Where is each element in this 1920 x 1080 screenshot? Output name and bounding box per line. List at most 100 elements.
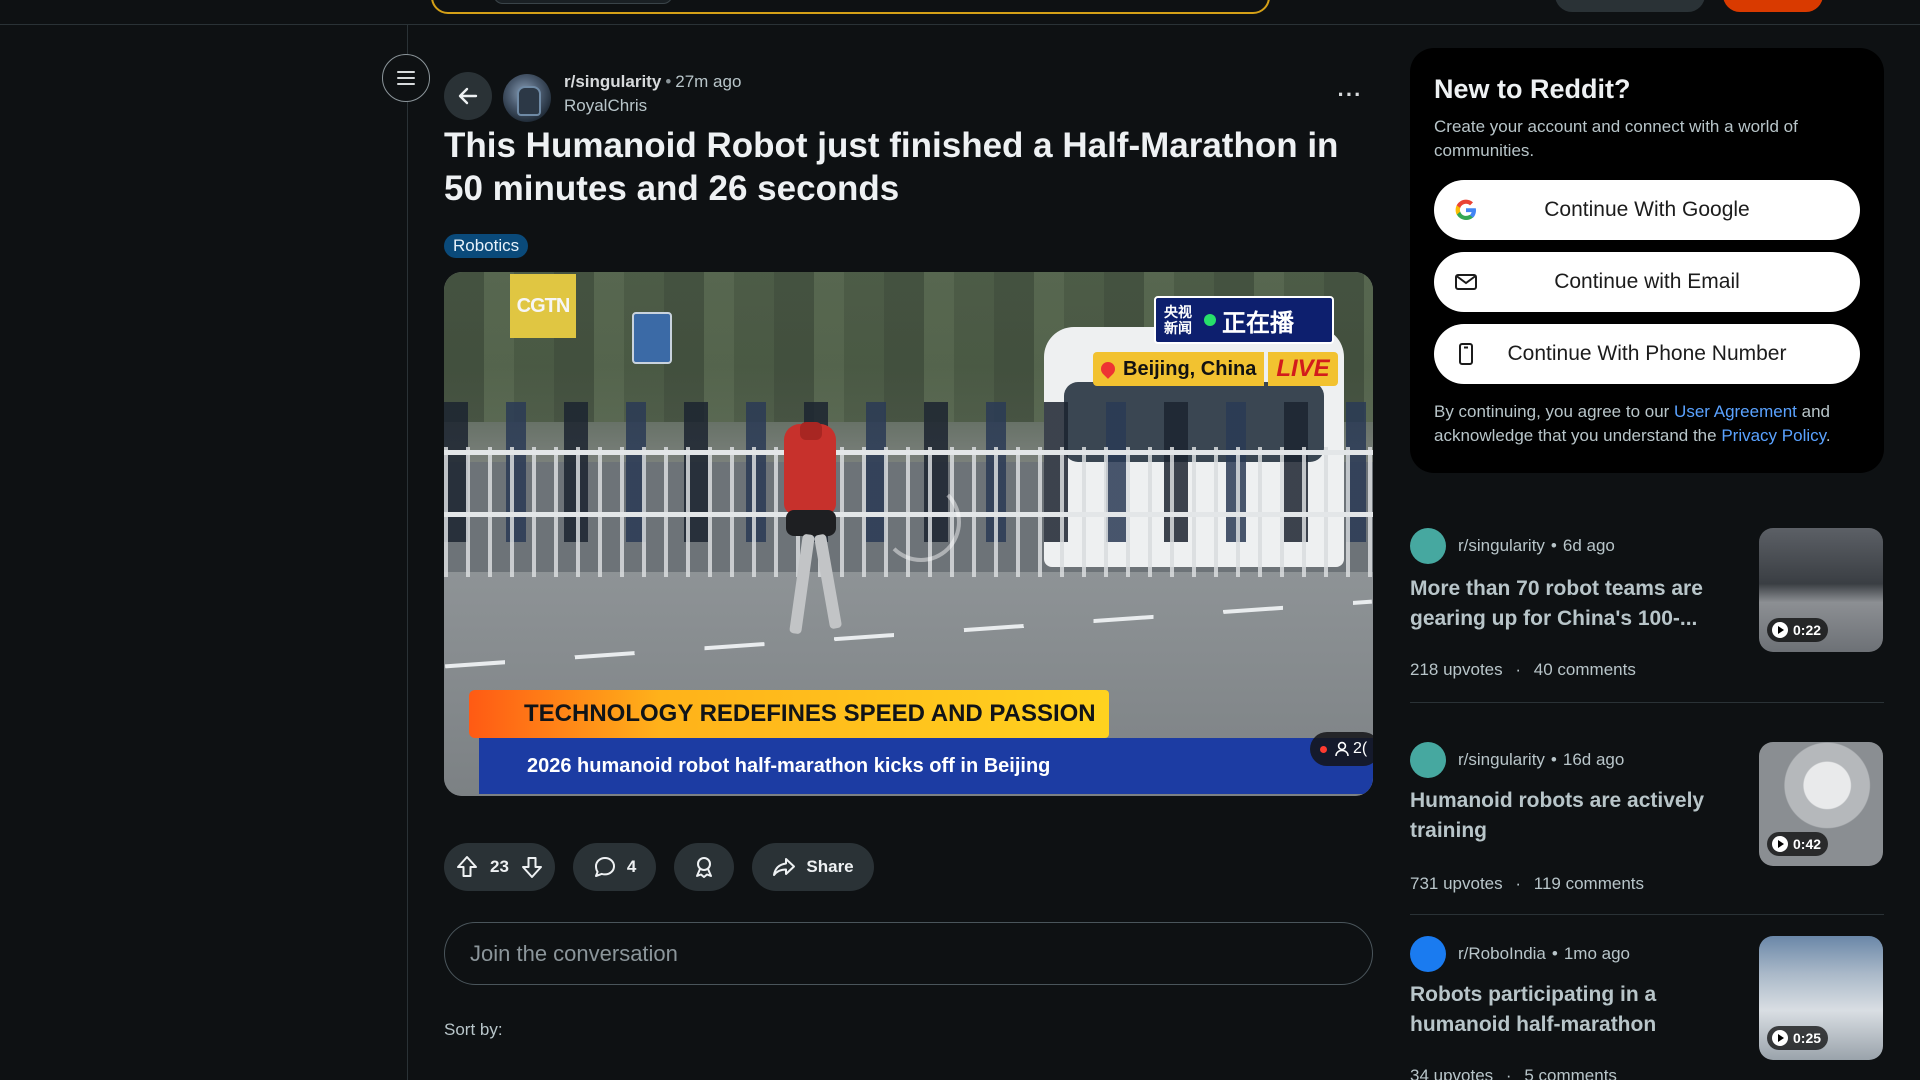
related-post-stats: 218 upvotes · 40 comments <box>1410 660 1636 680</box>
related-upvotes: 34 upvotes <box>1410 1066 1494 1080</box>
continue-with-phone-button[interactable]: Continue With Phone Number <box>1434 324 1860 384</box>
stats-separator: · <box>1515 660 1522 679</box>
meta-separator: • <box>1550 536 1557 555</box>
related-subreddit-avatar <box>1410 528 1446 564</box>
related-post-stats: 731 upvotes · 119 comments <box>1410 874 1644 894</box>
signup-subtitle: Create your account and connect with a w… <box>1434 117 1798 160</box>
related-time: 1mo ago <box>1563 944 1631 963</box>
subreddit-avatar[interactable] <box>503 74 551 122</box>
phone-icon <box>1459 343 1473 365</box>
cgtn-logo: CGTN <box>510 274 576 338</box>
related-post-meta: r/singularity • 16d ago <box>1410 742 1624 778</box>
vote-count: 23 <box>490 857 509 876</box>
award-button[interactable] <box>674 843 735 891</box>
top-bar <box>0 0 1920 25</box>
related-divider <box>1410 702 1884 703</box>
post-actions: 23 4 Share <box>444 843 874 891</box>
live-label: LIVE <box>1268 352 1338 386</box>
related-time: 6d ago <box>1562 536 1615 555</box>
related-post-meta: r/RoboIndia • 1mo ago <box>1410 936 1630 972</box>
person-icon <box>1335 741 1349 757</box>
related-subreddit-avatar <box>1410 742 1446 778</box>
related-post[interactable]: r/singularity • 6d ago More than 70 robo… <box>1410 528 1884 708</box>
share-label: Share <box>806 857 854 876</box>
continue-with-google-button[interactable]: Continue With Google <box>1434 180 1860 240</box>
meta-separator: • <box>1550 750 1557 769</box>
related-post-thumbnail[interactable]: 0:22 <box>1759 528 1883 652</box>
legal-text: By continuing, you agree to our User Agr… <box>1434 400 1864 448</box>
get-app-button[interactable] <box>1555 0 1705 12</box>
share-icon <box>773 858 796 876</box>
related-post-stats: 34 upvotes · 5 comments <box>1410 1066 1617 1080</box>
downvote-icon[interactable] <box>521 855 543 879</box>
back-button[interactable] <box>444 72 492 120</box>
viewer-count-badge: 2( <box>1310 732 1373 766</box>
hamburger-icon <box>397 71 415 85</box>
legal-end: . <box>1825 426 1831 445</box>
video-duration-badge: 0:42 <box>1767 832 1829 856</box>
related-post-thumbnail[interactable]: 0:42 <box>1759 742 1883 866</box>
location-badge: Beijing, China LIVE <box>1093 352 1353 386</box>
related-post[interactable]: r/RoboIndia • 1mo ago Robots participati… <box>1410 936 1884 1080</box>
play-icon <box>1772 622 1788 638</box>
post-flair[interactable]: Robotics <box>444 234 529 258</box>
privacy-policy-link[interactable]: Privacy Policy <box>1721 426 1826 445</box>
related-post-title[interactable]: Robots participating in a humanoid half-… <box>1410 980 1730 1040</box>
road-sign <box>632 312 672 364</box>
upvote-icon[interactable] <box>456 855 478 879</box>
award-icon <box>696 857 713 878</box>
user-agreement-link[interactable]: User Agreement <box>1674 402 1797 421</box>
left-nav-divider <box>407 25 408 1080</box>
related-post-title[interactable]: Humanoid robots are actively training <box>1410 786 1730 846</box>
video-subheadline: 2026 humanoid robot half-marathon kicks … <box>479 738 1373 794</box>
search-chip[interactable] <box>493 0 673 4</box>
location-pin-icon <box>1098 359 1118 379</box>
comments-button[interactable]: 4 <box>572 843 657 891</box>
comment-count: 4 <box>626 857 637 876</box>
email-button-label: Continue with Email <box>1554 270 1740 293</box>
post-time: 27m ago <box>675 72 742 91</box>
search-bar[interactable] <box>431 0 1270 14</box>
sort-by-label[interactable]: Sort by: <box>444 1020 503 1040</box>
meta-separator: • <box>665 72 672 91</box>
live-dot-icon <box>1204 314 1216 326</box>
share-button[interactable]: Share <box>752 843 874 891</box>
viewer-count: 2( <box>1353 740 1368 757</box>
arrow-left-icon <box>458 87 478 105</box>
related-post-thumbnail[interactable]: 0:25 <box>1759 936 1883 1060</box>
related-post-title[interactable]: More than 70 robot teams are gearing up … <box>1410 574 1730 634</box>
comment-input[interactable]: Join the conversation <box>444 922 1373 985</box>
location-text: Beijing, China <box>1123 357 1257 380</box>
related-subreddit[interactable]: r/singularity <box>1458 536 1545 556</box>
location-label: Beijing, China <box>1093 352 1265 386</box>
related-upvotes: 218 upvotes <box>1410 660 1503 679</box>
video-duration: 0:25 <box>1793 1030 1822 1046</box>
related-subreddit-avatar <box>1410 936 1446 972</box>
log-in-button[interactable] <box>1723 0 1823 12</box>
subreddit-link[interactable]: r/singularity <box>564 72 661 91</box>
more-options-button[interactable]: ··· <box>1330 80 1370 110</box>
play-icon <box>1772 836 1788 852</box>
live-channel-status: 正在播 <box>1222 309 1294 337</box>
continue-with-email-button[interactable]: Continue with Email <box>1434 252 1860 312</box>
signup-card: New to Reddit? Create your account and c… <box>1410 48 1884 473</box>
related-subreddit[interactable]: r/singularity <box>1458 750 1545 770</box>
legal-prefix: By continuing, you agree to our <box>1434 402 1675 421</box>
related-time: 16d ago <box>1562 750 1625 769</box>
video-headline: TECHNOLOGY REDEFINES SPEED AND PASSION <box>469 690 1109 738</box>
signup-title: New to Reddit? <box>1434 74 1631 104</box>
related-upvotes: 731 upvotes <box>1410 874 1503 893</box>
post-meta: r/singularity • 27m ago <box>564 72 741 92</box>
related-comments: 40 comments <box>1533 660 1636 679</box>
stats-separator: · <box>1505 1066 1512 1080</box>
related-post[interactable]: r/singularity • 16d ago Humanoid robots … <box>1410 742 1884 922</box>
video-duration: 0:42 <box>1793 836 1822 852</box>
related-subreddit[interactable]: r/RoboIndia <box>1458 944 1546 964</box>
mail-icon <box>1455 274 1477 290</box>
robot-head <box>800 422 822 440</box>
video-duration: 0:22 <box>1793 622 1822 638</box>
post-author[interactable]: RoyalChris <box>564 96 647 116</box>
live-indicator-icon <box>1320 745 1327 753</box>
menu-button[interactable] <box>382 54 430 102</box>
post-video[interactable]: CGTN 央视新闻 正在播 Beijing, China LIVE TECHNO… <box>444 272 1373 796</box>
